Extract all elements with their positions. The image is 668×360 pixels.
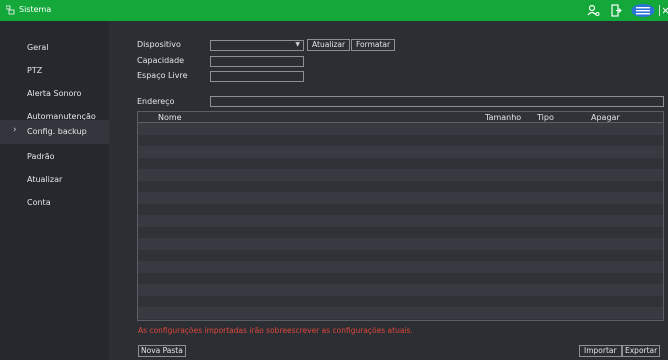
logout-icon[interactable] (611, 4, 622, 17)
sidebar-item-label: Config. backup (27, 127, 87, 136)
sidebar-item-conta[interactable]: Conta (0, 192, 109, 214)
sidebar-item-label: Padrão (27, 152, 55, 161)
table-row[interactable] (138, 203, 663, 215)
format-button[interactable]: Formatar (351, 39, 396, 51)
table-row[interactable] (138, 284, 663, 296)
table-row[interactable] (138, 215, 663, 227)
free-space-field (210, 71, 304, 82)
table-row[interactable] (138, 157, 663, 169)
sidebar-item-padrao[interactable]: Padrão (0, 146, 109, 168)
table-row[interactable] (138, 123, 663, 135)
toolbar-divider (659, 5, 660, 16)
sidebar-item-ptz[interactable]: PTZ (0, 60, 109, 82)
table-row[interactable] (138, 261, 663, 273)
chevron-down-icon: ▼ (295, 41, 300, 48)
address-label: Endereço (137, 97, 175, 106)
table-row[interactable] (138, 192, 663, 204)
table-row[interactable] (138, 146, 663, 158)
address-field[interactable] (210, 96, 664, 107)
sidebar-item-label: Conta (27, 198, 51, 207)
column-header-type: Tipo (537, 113, 554, 122)
table-row[interactable] (138, 295, 663, 307)
sidebar-item-geral[interactable]: Geral (0, 37, 109, 59)
table-row[interactable] (138, 180, 663, 192)
capacity-field (210, 56, 304, 67)
sidebar-item-label: PTZ (27, 66, 43, 75)
system-settings-icon (6, 5, 15, 15)
import-button[interactable]: Importar (579, 345, 622, 357)
column-header-name: Nome (158, 113, 182, 122)
column-header-size: Tamanho (485, 113, 522, 122)
sidebar-item-label: Alerta Sonoro (27, 89, 82, 98)
table-row[interactable] (138, 238, 663, 250)
close-icon[interactable] (663, 4, 668, 17)
table-row[interactable] (138, 249, 663, 261)
table-body (138, 123, 663, 319)
window-title: Sistema (19, 5, 52, 14)
column-header-delete: Apagar (591, 113, 620, 122)
sidebar-item-alerta-sonoro[interactable]: Alerta Sonoro (0, 83, 109, 105)
capacity-label: Capacidade (137, 56, 185, 65)
device-label: Dispositivo (137, 40, 181, 49)
free-space-label: Espaço Livre (137, 71, 188, 80)
table-row[interactable] (138, 226, 663, 238)
new-folder-button[interactable]: Nova Pasta (138, 345, 186, 357)
file-table: Nome Tamanho Tipo Apagar (137, 111, 664, 321)
table-row[interactable] (138, 169, 663, 181)
user-icon[interactable] (587, 4, 600, 17)
sidebar-item-atualizar[interactable]: Atualizar (0, 169, 109, 191)
sidebar-item-config-backup[interactable]: › Config. backup (0, 120, 109, 144)
sidebar-item-label: Atualizar (27, 175, 63, 184)
refresh-button[interactable]: Atualizar (307, 39, 351, 51)
sidebar: Geral PTZ Alerta Sonoro Automanutenção ›… (0, 21, 109, 360)
table-row[interactable] (138, 307, 663, 319)
table-row[interactable] (138, 272, 663, 284)
sidebar-item-label: Geral (27, 43, 49, 52)
device-select[interactable]: ▼ (210, 40, 304, 51)
export-button[interactable]: Exportar (622, 345, 661, 357)
menu-icon[interactable] (631, 4, 655, 17)
title-bar: Sistema (0, 0, 668, 21)
warning-message: As configurações importadas irão sobrees… (138, 326, 413, 335)
chevron-right-icon: › (13, 125, 17, 135)
header-divider (138, 122, 663, 123)
table-row[interactable] (138, 134, 663, 146)
